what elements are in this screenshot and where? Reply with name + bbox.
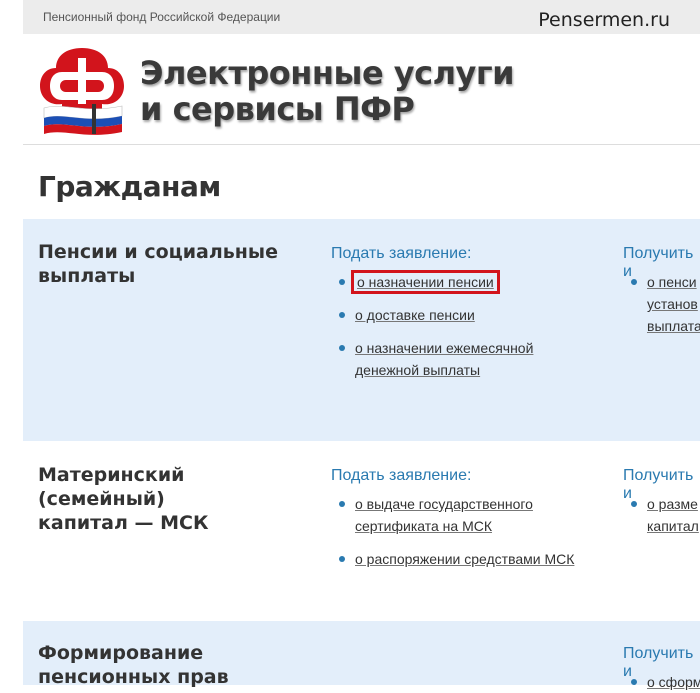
block-title: Пенсии и социальные выплаты <box>38 240 278 288</box>
site-title-line2: и сервисы ПФР <box>140 90 415 128</box>
apply-heading: Подать заявление: <box>331 245 472 262</box>
link-line: установ <box>647 296 698 312</box>
apply-links: о выдаче государственного сертификата на… <box>333 493 603 570</box>
link-line: о назначении ежемесячной <box>355 340 534 356</box>
block-title-line: Материнский (семейный) <box>38 464 185 510</box>
apply-links: о назначении пенсии о доставке пенсии о … <box>333 270 593 381</box>
header-divider <box>23 144 700 145</box>
list-item: о разме капитал <box>625 493 700 537</box>
pfr-logo-icon[interactable] <box>36 42 128 136</box>
watermark: Pensermen.ru <box>538 9 670 31</box>
get-info-links: о разме капитал <box>625 493 700 537</box>
link-line: капитал <box>647 518 699 534</box>
site-title-line1: Электронные услуги <box>140 54 515 92</box>
link-certificate-issue[interactable]: о выдаче государственного сертификата на… <box>355 493 603 537</box>
service-block-maternity-capital: Материнский (семейный) капитал — МСК Под… <box>23 441 700 621</box>
link-formed-rights[interactable]: о сформ <box>647 674 700 690</box>
link-capital-disposal[interactable]: о распоряжении средствами МСК <box>355 551 574 567</box>
block-title-line: Пенсии и социальные <box>38 241 279 263</box>
block-title-line: выплаты <box>38 265 136 287</box>
block-title: Формирование пенсионных прав <box>38 641 278 689</box>
link-capital-amount[interactable]: о разме капитал <box>647 493 700 537</box>
service-block-pension-rights: Формирование пенсионных прав Получить и … <box>23 621 700 690</box>
section-heading: Гражданам <box>38 170 221 203</box>
list-item: о доставке пенсии <box>333 304 593 326</box>
link-line: сертификата на МСК <box>355 518 493 534</box>
link-pension-info[interactable]: о пенси установ выплата <box>647 271 700 337</box>
link-line: денежной выплаты <box>355 362 481 378</box>
list-item: о назначении пенсии <box>333 270 593 294</box>
link-monthly-payment[interactable]: о назначении ежемесячной денежной выплат… <box>355 337 593 381</box>
block-title-line: капитал — МСК <box>38 512 209 534</box>
list-item: о назначении ежемесячной денежной выплат… <box>333 337 593 381</box>
list-item: о распоряжении средствами МСК <box>333 548 603 570</box>
link-pension-delivery[interactable]: о доставке пенсии <box>355 307 475 323</box>
apply-heading: Подать заявление: <box>331 467 472 484</box>
block-title: Материнский (семейный) капитал — МСК <box>38 463 278 535</box>
service-block-pensions: Пенсии и социальные выплаты Подать заявл… <box>23 219 700 441</box>
link-pension-assignment[interactable]: о назначении пенсии <box>351 270 500 294</box>
list-item: о пенси установ выплата <box>625 271 700 337</box>
block-title-line: пенсионных прав <box>38 666 229 688</box>
link-line: о разме <box>647 496 698 512</box>
site-title[interactable]: Электронные услуги и сервисы ПФР <box>140 54 515 128</box>
link-line: о выдаче государственного <box>355 496 533 512</box>
link-line: о пенси <box>647 274 697 290</box>
link-line: выплата <box>647 318 700 334</box>
get-info-links: о пенси установ выплата <box>625 271 700 337</box>
list-item: о сформ <box>625 671 700 693</box>
org-name[interactable]: Пенсионный фонд Российской Федерации <box>43 10 280 24</box>
get-info-links: о сформ <box>625 671 700 693</box>
block-title-line: Формирование <box>38 642 204 664</box>
list-item: о выдаче государственного сертификата на… <box>333 493 603 537</box>
